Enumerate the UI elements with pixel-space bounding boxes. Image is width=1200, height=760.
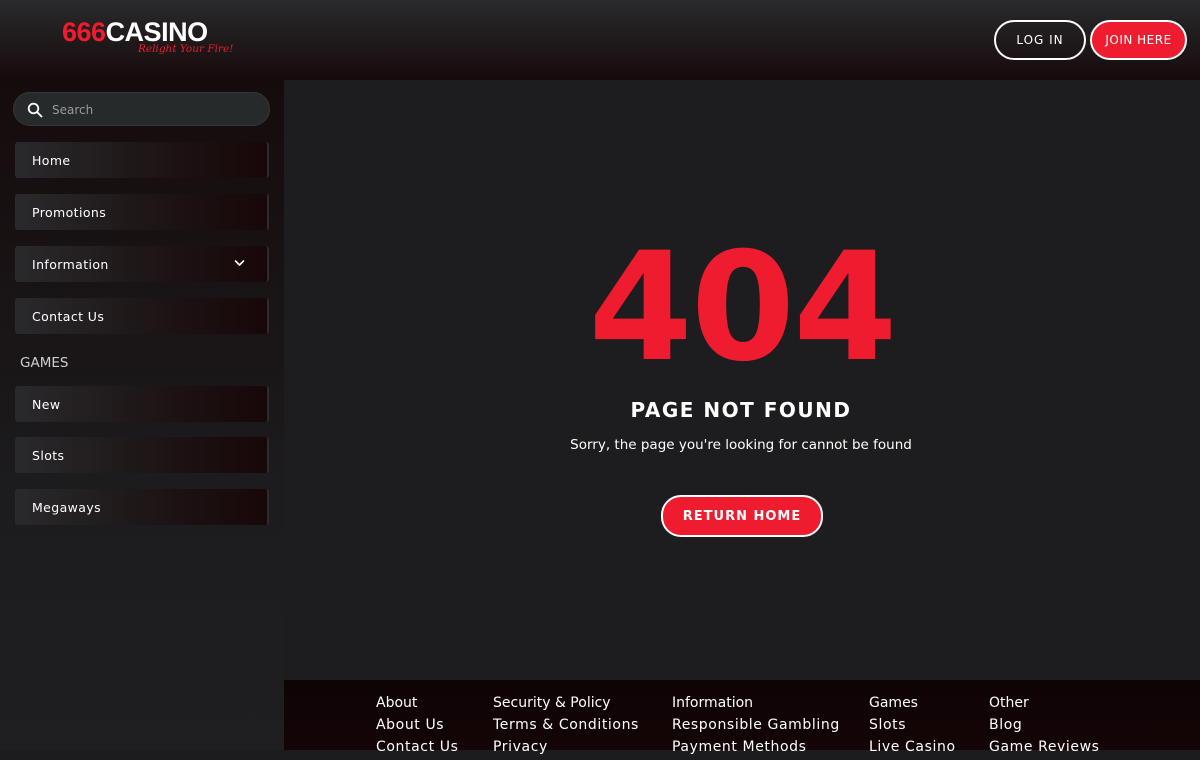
footer-link[interactable]: Blog [989,716,1100,738]
sidebar-item-promotions[interactable]: Promotions [15,194,269,230]
return-home-button[interactable]: RETURN HOME [661,495,823,537]
sidebar-item-label: Information [32,256,109,272]
games-heading: GAMES [20,355,69,371]
footer-heading: Information [672,695,754,711]
footer-link[interactable]: Contact Us [376,738,458,760]
footer-column-security-policy: Security & Policy Terms & Conditions Pri… [493,694,639,760]
login-button[interactable]: LOG IN [994,20,1086,60]
chevron-down-icon[interactable] [234,259,245,267]
sidebar-item-label: Promotions [32,204,107,220]
sidebar-item-new[interactable]: New [15,386,269,422]
footer-link[interactable]: Live Casino [869,738,956,760]
footer-heading: Other [989,695,1029,711]
footer-heading: About [376,695,418,711]
sidebar-item-label: Slots [32,447,65,463]
sidebar-item-home[interactable]: Home [15,142,269,178]
footer-link[interactable]: About Us [376,716,458,738]
sidebar-item-contact-us[interactable]: Contact Us [15,298,269,334]
sidebar-item-label: Contact Us [32,308,105,324]
footer-link[interactable]: Responsible Gambling [672,716,840,738]
sidebar-item-megaways[interactable]: Megaways [15,489,269,525]
search-icon [27,102,43,118]
footer-column-about: About About Us Contact Us [376,694,458,760]
sidebar: Home Promotions Information Contact Us G… [0,80,284,750]
join-button[interactable]: JOIN HERE [1090,20,1187,60]
footer-link[interactable]: Game Reviews [989,738,1100,760]
sidebar-item-information[interactable]: Information [15,246,269,282]
site-header: 666CASINO Relight Your Fire! LOG IN JOIN… [0,0,1200,80]
footer-column-information: Information Responsible Gambling Payment… [672,694,840,760]
footer-heading: Games [869,695,918,711]
error-code: 404 [588,221,897,395]
site-logo[interactable]: 666CASINO Relight Your Fire! [62,16,233,62]
sidebar-item-label: New [32,396,61,412]
error-message: Sorry, the page you're looking for canno… [570,437,912,453]
page-title: PAGE NOT FOUND [630,398,852,422]
logo-tagline: Relight Your Fire! [138,43,234,55]
search-box[interactable] [13,92,270,126]
search-input[interactable] [50,99,264,121]
main-content: 404 PAGE NOT FOUND Sorry, the page you'r… [284,80,1200,680]
footer-column-games: Games Slots Live Casino [869,694,956,760]
logo-number: 666 [62,17,106,47]
footer-link[interactable]: Terms & Conditions [493,716,639,738]
sidebar-item-label: Megaways [32,499,102,515]
site-footer: About About Us Contact Us Security & Pol… [284,680,1200,755]
sidebar-item-label: Home [32,152,71,168]
sidebar-item-slots[interactable]: Slots [15,437,269,473]
footer-link[interactable]: Slots [869,716,956,738]
footer-column-other: Other Blog Game Reviews [989,694,1100,760]
footer-heading: Security & Policy [493,695,611,711]
footer-link[interactable]: Payment Methods [672,738,840,760]
footer-link[interactable]: Privacy [493,738,639,760]
